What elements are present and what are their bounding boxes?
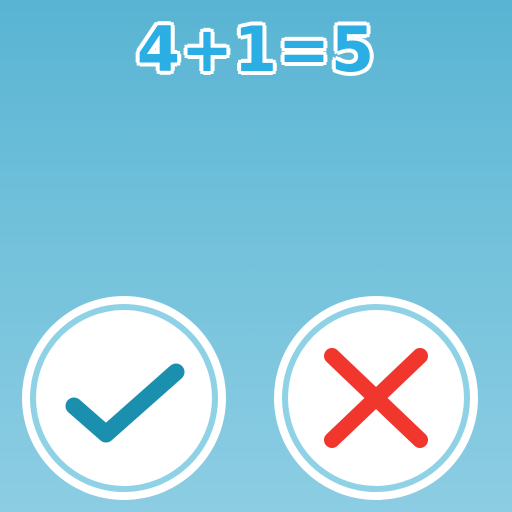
wrong-answer-button[interactable] xyxy=(274,296,478,500)
checkmark-icon xyxy=(65,363,185,443)
cross-icon xyxy=(324,348,428,448)
correct-answer-button[interactable] xyxy=(22,296,226,500)
equation-text: 4+1=5 xyxy=(136,13,376,86)
